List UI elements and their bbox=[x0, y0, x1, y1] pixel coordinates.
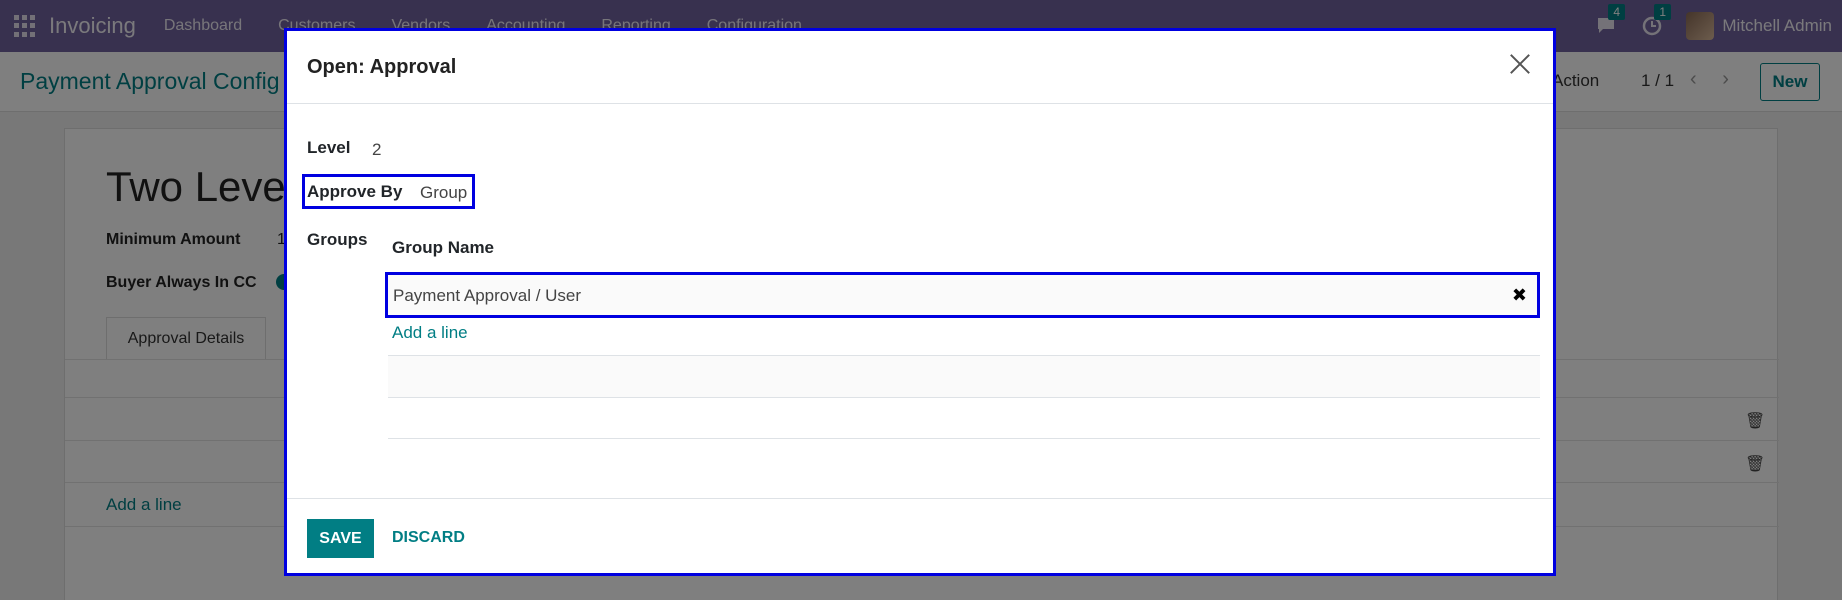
empty-table-row bbox=[388, 355, 1540, 397]
dialog-footer: SAVE DISCARD bbox=[287, 498, 1553, 576]
group-name-cell[interactable]: Payment Approval / User bbox=[393, 286, 581, 306]
dialog-title: Open: Approval bbox=[307, 56, 457, 78]
approve-by-label: Approve By bbox=[307, 182, 403, 201]
approval-dialog: Open: Approval Level 2 Approve By Group … bbox=[284, 28, 1556, 576]
empty-table-row bbox=[388, 397, 1540, 439]
groups-label: Groups bbox=[307, 230, 368, 249]
level-label: Level bbox=[307, 138, 351, 157]
remove-row-icon[interactable]: ✖ bbox=[1512, 285, 1527, 306]
add-line-link[interactable]: Add a line bbox=[392, 323, 468, 343]
approve-by-select[interactable]: Group bbox=[420, 183, 467, 203]
group-name-column-header[interactable]: Group Name bbox=[392, 238, 494, 258]
level-value[interactable]: 2 bbox=[372, 140, 381, 160]
save-button[interactable]: SAVE bbox=[307, 519, 374, 558]
discard-button[interactable]: DISCARD bbox=[392, 529, 465, 547]
table-row[interactable]: Payment Approval / User ✖ bbox=[385, 272, 1540, 318]
dialog-header: Open: Approval bbox=[287, 31, 1553, 104]
close-icon[interactable] bbox=[1507, 51, 1533, 77]
